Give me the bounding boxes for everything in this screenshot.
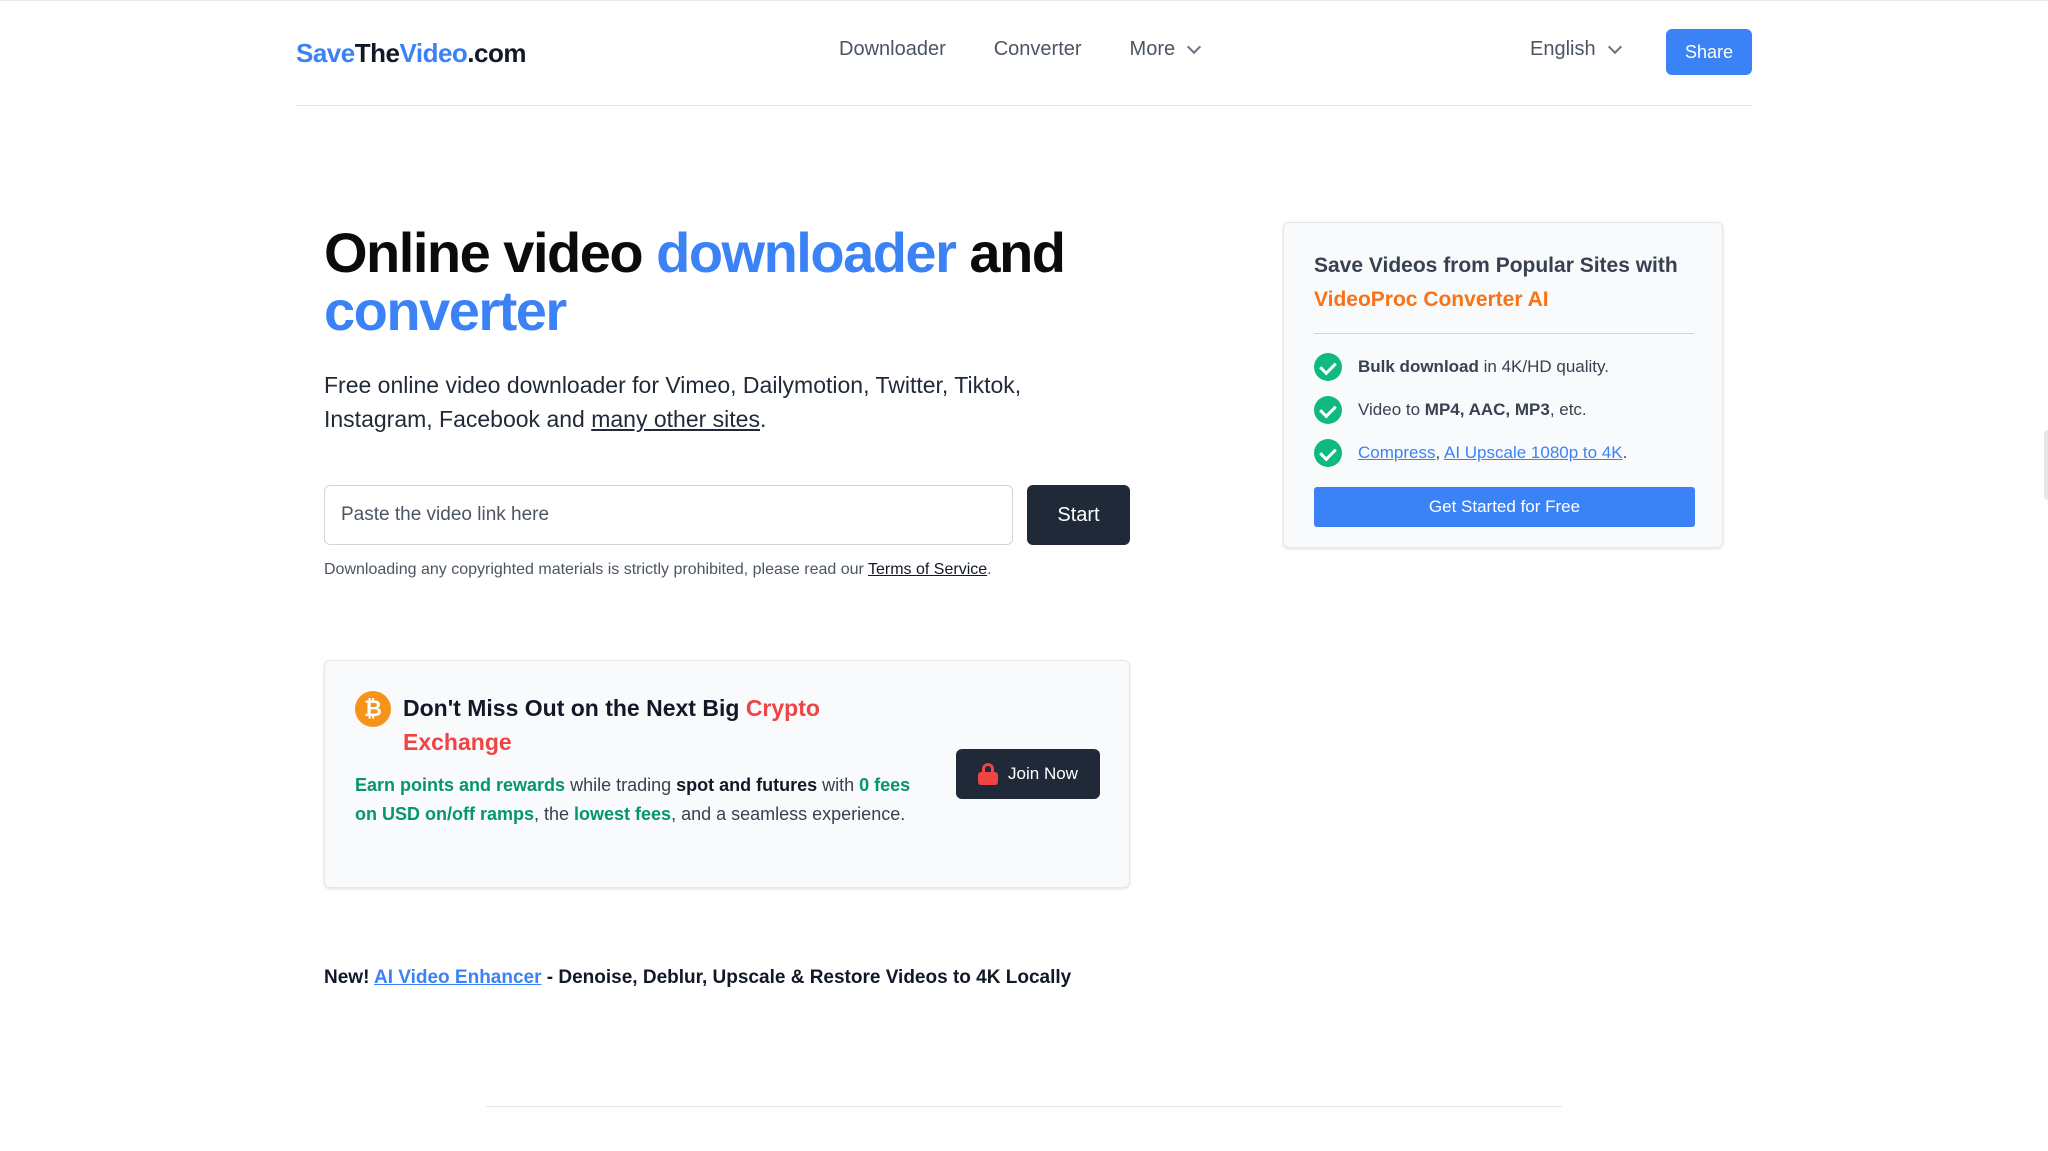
crypto-promo-description: Earn points and rewards while trading sp… — [355, 775, 911, 824]
terms-of-service-link[interactable]: Terms of Service — [868, 561, 987, 578]
feature-item: Bulk download in 4K/HD quality. — [1314, 353, 1609, 381]
bitcoin-icon: ₿ — [355, 691, 391, 727]
videoproc-promo-title: Save Videos from Popular Sites with Video… — [1314, 254, 1678, 311]
video-link-input[interactable] — [324, 485, 1013, 545]
page-title: Online video downloader and converter — [324, 221, 1066, 342]
crypto-promo-title: Don't Miss Out on the Next Big Crypto Ex… — [403, 695, 820, 755]
check-circle-icon — [1314, 396, 1342, 424]
main-nav: Downloader Converter More — [839, 38, 1247, 61]
chevron-down-icon — [1187, 39, 1202, 54]
divider — [1314, 333, 1694, 334]
ai-upscale-link[interactable]: AI Upscale 1080p to 4K — [1444, 443, 1623, 462]
chevron-down-icon — [1607, 39, 1622, 54]
feature-item: Video to MP4, AAC, MP3, etc. — [1314, 396, 1587, 424]
hero-subtitle: Free online video downloader for Vimeo, … — [324, 372, 1022, 432]
side-edge-tab[interactable] — [2044, 430, 2048, 500]
join-now-button[interactable]: Join Now — [956, 749, 1100, 799]
nav-downloader[interactable]: Downloader — [839, 38, 946, 61]
site-logo[interactable]: SaveTheVideo.com — [296, 38, 526, 69]
crypto-promo-card: ₿ Don't Miss Out on the Next Big Crypto … — [324, 660, 1130, 888]
share-button[interactable]: Share — [1666, 29, 1752, 75]
videoproc-promo-card: Save Videos from Popular Sites with Video… — [1283, 222, 1723, 548]
language-selector[interactable]: English — [1530, 38, 1622, 61]
start-button[interactable]: Start — [1027, 485, 1130, 545]
disclaimer-text: Downloading any copyrighted materials is… — [324, 561, 992, 578]
lock-icon — [978, 763, 999, 785]
many-sites-link[interactable]: many other sites — [591, 406, 760, 432]
nav-converter[interactable]: Converter — [994, 38, 1082, 61]
feature-item: Compress, AI Upscale 1080p to 4K. — [1314, 439, 1627, 467]
check-circle-icon — [1314, 353, 1342, 381]
site-header: SaveTheVideo.com Downloader Converter Mo… — [296, 0, 1752, 106]
ai-video-enhancer-link[interactable]: AI Video Enhancer — [374, 967, 542, 988]
ai-enhancer-announcement: New! AI Video Enhancer - Denoise, Deblur… — [324, 967, 1072, 988]
nav-more[interactable]: More — [1130, 38, 1202, 61]
section-divider — [486, 1106, 1562, 1107]
get-started-button[interactable]: Get Started for Free — [1314, 487, 1695, 527]
check-circle-icon — [1314, 439, 1342, 467]
compress-link[interactable]: Compress — [1358, 443, 1435, 462]
